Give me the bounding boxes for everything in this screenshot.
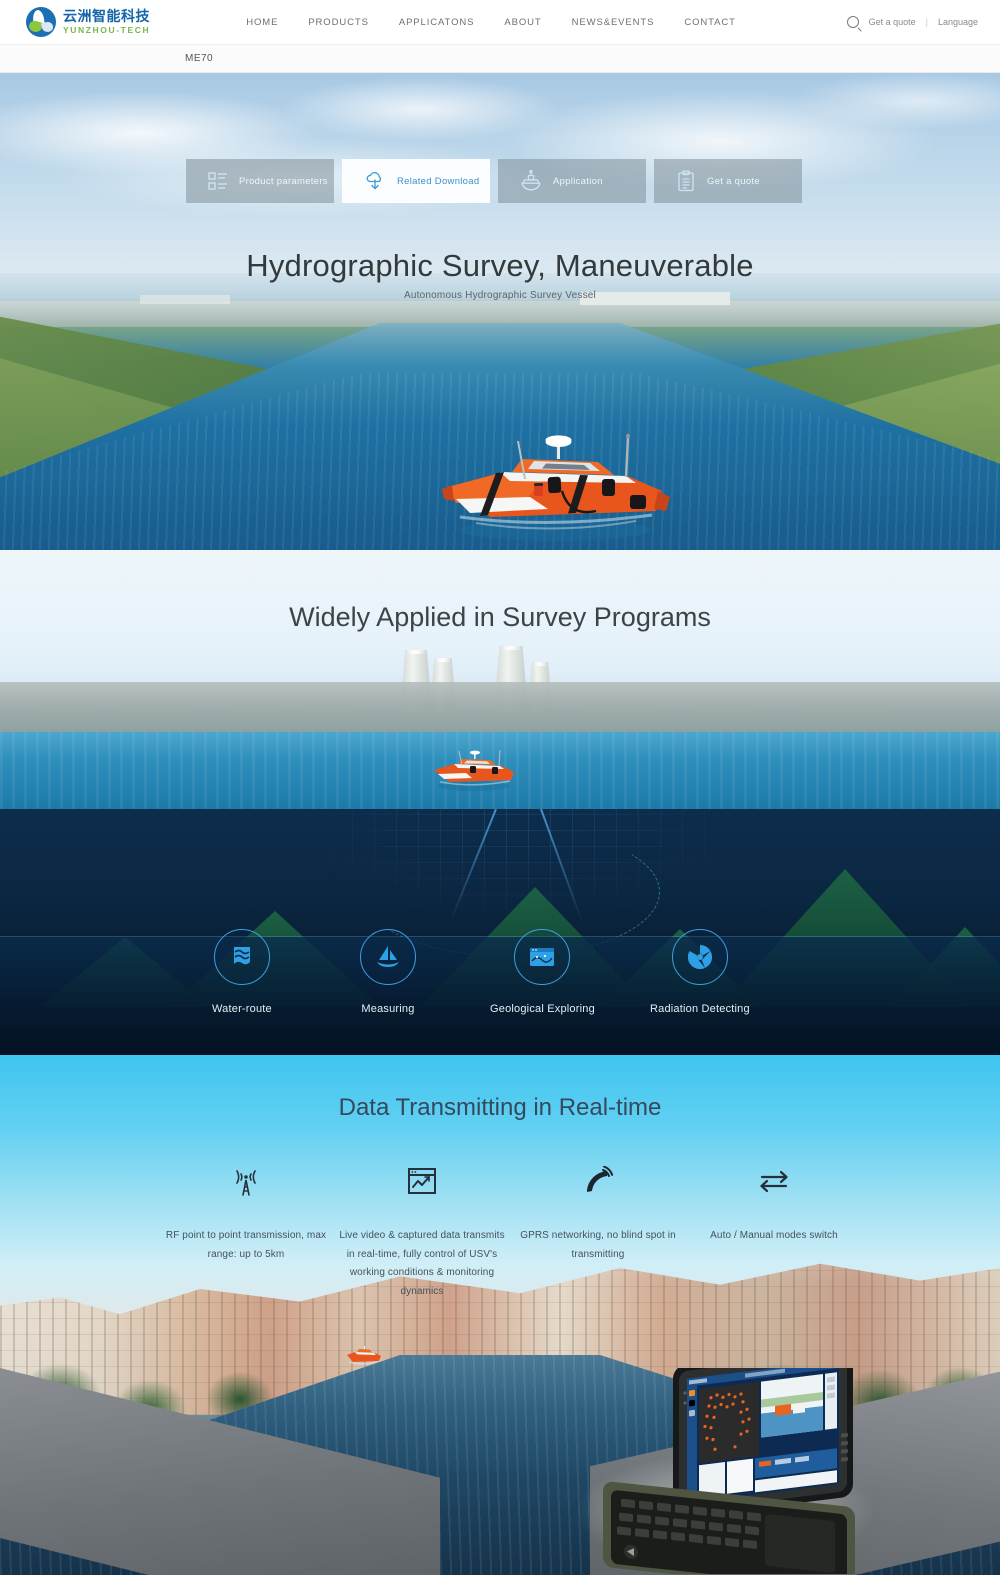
- capability-label: Geological Exploring: [490, 1003, 595, 1015]
- logo-cn-name: 云洲智能科技: [63, 10, 150, 24]
- industrial-shoreline: [0, 682, 1000, 734]
- feature-auto-manual-switch: Auto / Manual modes switch: [688, 1163, 860, 1301]
- tab-application-label: Application: [553, 176, 603, 187]
- hero-title: Hydrographic Survey, Maneuverable: [0, 248, 1000, 284]
- hero-tab-buttons: Product parameters Related Download: [186, 159, 802, 203]
- sailboat-icon: [374, 943, 402, 971]
- rugged-controller-laptop: [595, 1368, 905, 1574]
- feature-rf-transmission: RF point to point transmission, max rang…: [160, 1163, 332, 1301]
- tab-application[interactable]: Application: [498, 159, 646, 203]
- nav-item-about[interactable]: ABOUT: [504, 17, 541, 28]
- main-navigation: HOME PRODUCTS APPLICATONS ABOUT NEWS&EVE…: [246, 17, 736, 28]
- search-icon[interactable]: [847, 16, 859, 28]
- yunzhou-logo-icon: [26, 7, 56, 37]
- tab-product-parameters-label: Product parameters: [239, 176, 328, 187]
- site-header: 云洲智能科技 YUNZHOU-TECH HOME PRODUCTS APPLIC…: [0, 0, 1000, 44]
- cloud-download-icon: [364, 170, 386, 192]
- feature-text: RF point to point transmission, max rang…: [160, 1227, 332, 1264]
- feature-list: RF point to point transmission, max rang…: [160, 1163, 860, 1301]
- logo-en-name: YUNZHOU-TECH: [63, 26, 150, 35]
- feature-gprs-networking: GPRS networking, no blind spot in transm…: [512, 1163, 684, 1301]
- nav-item-products[interactable]: PRODUCTS: [308, 17, 369, 28]
- capability-label: Measuring: [360, 1003, 416, 1015]
- nav-item-home[interactable]: HOME: [246, 17, 278, 28]
- tab-product-parameters[interactable]: Product parameters: [186, 159, 334, 203]
- chart-window-icon: [407, 1167, 437, 1195]
- clipboard-icon: [676, 170, 696, 192]
- feature-text: GPRS networking, no blind spot in transm…: [512, 1227, 684, 1264]
- hero-section: Product parameters Related Download: [0, 73, 1000, 550]
- capability-geological-exploring[interactable]: Geological Exploring: [490, 929, 595, 1015]
- hero-subtitle: Autonomous Hydrographic Survey Vessel: [0, 290, 1000, 301]
- feature-text: Auto / Manual modes switch: [688, 1227, 860, 1246]
- capability-measuring[interactable]: Measuring: [360, 929, 416, 1015]
- tab-get-a-quote-label: Get a quote: [707, 176, 760, 187]
- feature-text: Live video & captured data transmits in …: [336, 1227, 508, 1301]
- usv-vessel-small-image: [428, 746, 520, 792]
- usv-on-canal-image: [344, 1345, 384, 1367]
- waterway-flag-icon: [229, 944, 255, 970]
- nav-item-news-events[interactable]: NEWS&EVENTS: [572, 17, 655, 28]
- nav-item-applications[interactable]: APPLICATONS: [399, 17, 475, 28]
- list-icon: [208, 171, 228, 191]
- get-a-quote-link[interactable]: Get a quote: [869, 17, 916, 27]
- underwater-section: Water-route Measuring: [0, 809, 1000, 1055]
- capability-label: Radiation Detecting: [650, 1003, 750, 1015]
- ship-icon: [520, 170, 542, 192]
- sonar-screen-icon: [528, 945, 556, 969]
- usv-vessel-image: [430, 425, 680, 545]
- utility-separator: |: [926, 17, 928, 27]
- radiation-icon: [686, 943, 714, 971]
- tab-related-download[interactable]: Related Download: [342, 159, 490, 203]
- applied-section-title: Widely Applied in Survey Programs: [0, 602, 1000, 633]
- breadcrumb: ME70: [0, 44, 1000, 73]
- exchange-arrows-icon: [758, 1168, 790, 1194]
- site-logo[interactable]: 云洲智能科技 YUNZHOU-TECH: [26, 7, 150, 37]
- radio-tower-icon: [231, 1165, 261, 1197]
- capability-radiation-detecting[interactable]: Radiation Detecting: [650, 929, 750, 1015]
- capability-label: Water-route: [212, 1003, 272, 1015]
- tab-get-a-quote[interactable]: Get a quote: [654, 159, 802, 203]
- header-utilities: Get a quote | Language: [847, 16, 978, 28]
- feature-live-video: Live video & captured data transmits in …: [336, 1163, 508, 1301]
- capability-water-route[interactable]: Water-route: [212, 929, 272, 1015]
- nav-item-contact[interactable]: CONTACT: [684, 17, 736, 28]
- language-link[interactable]: Language: [938, 17, 978, 27]
- tab-related-download-label: Related Download: [397, 176, 479, 187]
- breadcrumb-current: ME70: [185, 53, 213, 64]
- product-page: 云洲智能科技 YUNZHOU-TECH HOME PRODUCTS APPLIC…: [0, 0, 1000, 1575]
- data-section-title: Data Transmitting in Real-time: [0, 1094, 1000, 1122]
- satellite-signal-icon: [583, 1166, 613, 1196]
